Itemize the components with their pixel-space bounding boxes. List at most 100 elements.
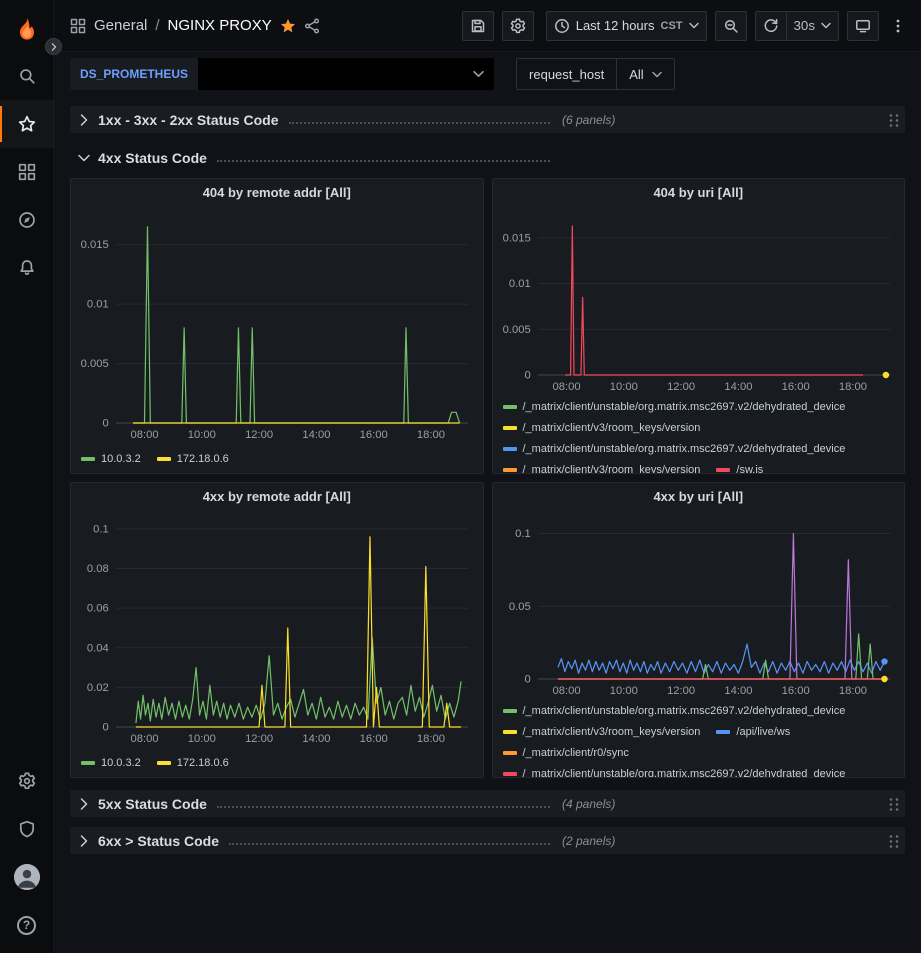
share-icon[interactable] xyxy=(304,18,320,34)
refresh-button[interactable] xyxy=(755,11,787,41)
dashboard-content: 1xx - 3xx - 2xx Status Code (6 panels) 4… xyxy=(54,96,921,953)
favorite-star-icon[interactable] xyxy=(280,18,296,34)
row-drag-handle[interactable] xyxy=(887,112,899,128)
svg-text:08:00: 08:00 xyxy=(131,733,159,745)
refresh-icon xyxy=(763,18,779,34)
sidebar-item-alerting[interactable] xyxy=(0,244,54,292)
legend-item[interactable]: /_matrix/client/v3/room_keys/version xyxy=(503,722,701,742)
legend-label: /_matrix/client/r0/sync xyxy=(523,747,629,759)
svg-text:0.01: 0.01 xyxy=(87,299,109,311)
svg-text:14:00: 14:00 xyxy=(302,429,330,441)
sidebar-item-server-admin[interactable] xyxy=(0,805,54,853)
svg-text:14:00: 14:00 xyxy=(302,733,330,745)
svg-text:0.01: 0.01 xyxy=(508,278,530,290)
dotted-leader xyxy=(217,160,550,162)
svg-text:0.06: 0.06 xyxy=(87,603,109,615)
legend-swatch xyxy=(503,447,517,451)
svg-text:12:00: 12:00 xyxy=(667,685,695,697)
request-host-variable-value[interactable]: All xyxy=(617,58,674,90)
search-icon xyxy=(18,67,36,85)
grafana-app: ? General / NGINX PROXY Last 1 xyxy=(0,0,921,953)
row-5xx[interactable]: 5xx Status Code (4 panels) xyxy=(70,790,905,817)
chevron-right-icon xyxy=(76,833,92,849)
timeseries-chart[interactable]: 00.020.040.060.080.108:0010:0012:0014:00… xyxy=(71,509,483,747)
legend-item[interactable]: /_matrix/client/v3/room_keys/version xyxy=(503,418,701,438)
legend-swatch xyxy=(716,468,730,472)
legend-label: /_matrix/client/v3/room_keys/version xyxy=(523,726,701,738)
panel-title[interactable]: 404 by uri [All] xyxy=(493,179,905,205)
legend-item[interactable]: /_matrix/client/v3/room_keys/version xyxy=(503,460,701,473)
kebab-icon xyxy=(890,18,906,34)
svg-text:08:00: 08:00 xyxy=(552,381,580,393)
row-panel-count: (2 panels) xyxy=(562,834,615,848)
legend-label: 10.0.3.2 xyxy=(101,453,141,465)
legend: /_matrix/client/unstable/org.matrix.msc2… xyxy=(493,699,905,777)
panel-title[interactable]: 4xx by remote addr [All] xyxy=(71,483,483,509)
save-dashboard-button[interactable] xyxy=(462,11,494,41)
timeseries-chart[interactable]: 00.0050.010.01508:0010:0012:0014:0016:00… xyxy=(493,205,905,395)
sidebar-expand-button[interactable] xyxy=(45,38,62,55)
svg-text:10:00: 10:00 xyxy=(188,733,216,745)
panel-title[interactable]: 4xx by uri [All] xyxy=(493,483,905,509)
row-6xx[interactable]: 6xx > Status Code (2 panels) xyxy=(70,827,905,854)
svg-text:08:00: 08:00 xyxy=(131,429,159,441)
legend-item[interactable]: /_matrix/client/r0/sync xyxy=(503,743,629,763)
legend-item[interactable]: /_matrix/client/unstable/org.matrix.msc2… xyxy=(503,764,846,777)
sidebar-item-help[interactable]: ? xyxy=(0,901,54,949)
sidebar-item-search[interactable] xyxy=(0,52,54,100)
legend-item[interactable]: /_matrix/client/unstable/org.matrix.msc2… xyxy=(503,439,846,459)
svg-text:18:00: 18:00 xyxy=(417,733,445,745)
legend-swatch xyxy=(503,772,517,776)
legend-item[interactable]: 172.18.0.6 xyxy=(157,449,229,469)
sidebar-item-configuration[interactable] xyxy=(0,757,54,805)
sidebar: ? xyxy=(0,0,54,953)
legend-swatch xyxy=(157,761,171,765)
panel-title[interactable]: 404 by remote addr [All] xyxy=(71,179,483,205)
help-icon: ? xyxy=(17,916,36,935)
save-icon xyxy=(470,18,486,34)
svg-text:18:00: 18:00 xyxy=(417,429,445,441)
time-range-picker[interactable]: Last 12 hours CST xyxy=(546,11,707,41)
svg-text:0.04: 0.04 xyxy=(87,642,109,654)
sidebar-avatar[interactable] xyxy=(0,853,54,901)
request-host-variable-label[interactable]: request_host xyxy=(516,58,617,90)
tv-mode-button[interactable] xyxy=(847,11,879,41)
datasource-variable-label[interactable]: DS_PROMETHEUS xyxy=(70,58,198,90)
refresh-interval-dropdown[interactable]: 30s xyxy=(787,11,840,41)
sidebar-item-starred[interactable] xyxy=(0,100,54,148)
legend-swatch xyxy=(503,709,517,713)
timeseries-chart[interactable]: 00.050.108:0010:0012:0014:0016:0018:00 xyxy=(493,509,905,699)
legend-swatch xyxy=(503,751,517,755)
row-drag-handle[interactable] xyxy=(887,833,899,849)
legend-item[interactable]: /sw.js xyxy=(716,460,763,473)
dotted-leader xyxy=(289,122,550,124)
row-title: 1xx - 3xx - 2xx Status Code xyxy=(98,112,279,128)
legend-item[interactable]: /api/live/ws xyxy=(716,722,790,742)
legend-item[interactable]: 10.0.3.2 xyxy=(81,449,141,469)
sidebar-item-explore[interactable] xyxy=(0,196,54,244)
sidebar-item-dashboards[interactable] xyxy=(0,148,54,196)
kebab-menu-button[interactable] xyxy=(887,11,909,41)
timeseries-chart[interactable]: 00.0050.010.01508:0010:0012:0014:0016:00… xyxy=(71,205,483,443)
dashboard-settings-button[interactable] xyxy=(502,11,534,41)
svg-text:12:00: 12:00 xyxy=(245,733,273,745)
legend-item[interactable]: 10.0.3.2 xyxy=(81,753,141,773)
zoom-out-button[interactable] xyxy=(715,11,747,41)
row-panel-count: (4 panels) xyxy=(562,797,615,811)
legend-item[interactable]: /_matrix/client/unstable/org.matrix.msc2… xyxy=(503,397,846,417)
legend-item[interactable]: /_matrix/client/unstable/org.matrix.msc2… xyxy=(503,701,846,721)
datasource-variable-value[interactable] xyxy=(198,58,494,90)
legend-swatch xyxy=(716,730,730,734)
row-drag-handle[interactable] xyxy=(887,796,899,812)
gear-icon xyxy=(18,772,36,790)
panel-404-by-remote-addr: 404 by remote addr [All] 00.0050.010.015… xyxy=(70,178,484,474)
panel-404-by-uri: 404 by uri [All] 00.0050.010.01508:0010:… xyxy=(492,178,906,474)
user-icon xyxy=(14,864,40,890)
main-area: General / NGINX PROXY Last 12 hours CST xyxy=(54,0,921,953)
dashboard-title[interactable]: NGINX PROXY xyxy=(168,17,272,34)
svg-text:0.015: 0.015 xyxy=(502,232,530,244)
row-1xx-3xx-2xx[interactable]: 1xx - 3xx - 2xx Status Code (6 panels) xyxy=(70,106,905,133)
row-4xx[interactable]: 4xx Status Code xyxy=(70,146,905,170)
breadcrumb-section[interactable]: General xyxy=(94,17,147,34)
legend-item[interactable]: 172.18.0.6 xyxy=(157,753,229,773)
